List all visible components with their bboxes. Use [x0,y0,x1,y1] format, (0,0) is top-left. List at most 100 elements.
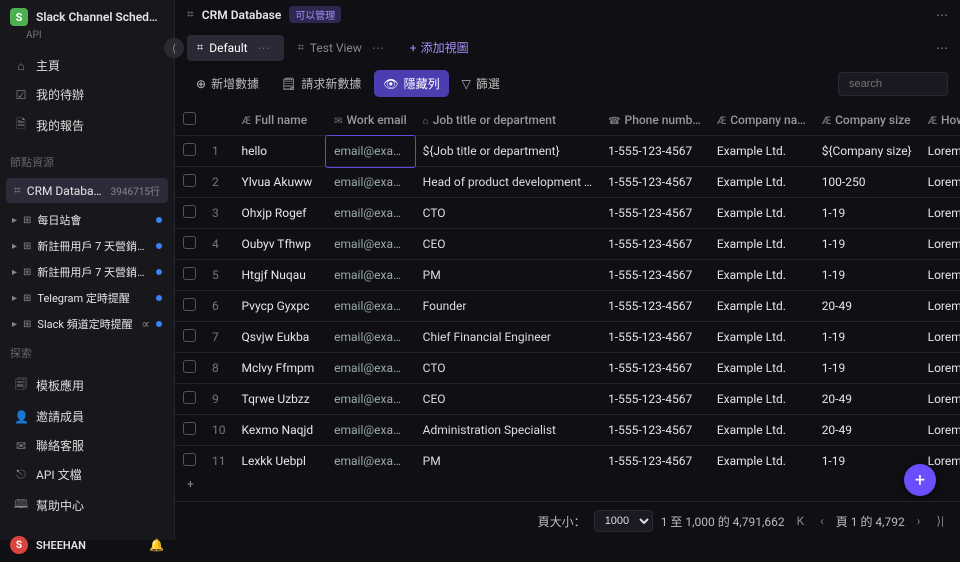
cell-size[interactable]: 20-49 [814,291,920,322]
cell-email[interactable]: email@example… [326,446,415,468]
cell-company[interactable]: Example Ltd. [709,353,814,384]
cell-how[interactable]: Lorem sokxo [920,353,960,384]
notification-icon[interactable]: 🔔 [149,538,164,552]
cell-name[interactable]: Ohxjp Rogef [234,198,327,229]
add-view-button[interactable]: +添加視圖 [402,33,477,62]
cell-job-title[interactable]: Chief Financial Engineer [415,322,600,353]
cell-company[interactable]: Example Ltd. [709,322,814,353]
cell-name[interactable]: Qsvjw Eukba [234,322,327,353]
sidebar-nav-item[interactable]: ☑我的待辦 [6,80,168,109]
user-menu[interactable]: S SHEEHAN 🔔 [0,528,174,562]
cell-job-title[interactable]: Head of product development … [415,167,600,198]
table-row[interactable]: 1 hello email@example… ${Job title or de… [175,136,960,167]
cell-size[interactable]: 1-19 [814,446,920,468]
sidebar-footer-item[interactable]: 🗐模板應用 [6,369,168,402]
cell-phone[interactable]: 1-555-123-4567 [600,167,709,198]
row-checkbox[interactable] [175,260,204,291]
last-page-button[interactable]: ⟩| [932,514,948,528]
table-row[interactable]: 6 Pvycp Gyxpc email@example… Founder 1-5… [175,291,960,322]
cell-phone[interactable]: 1-555-123-4567 [600,260,709,291]
table-row[interactable]: 11 Lexkk Uebpl email@example… PM 1-555-1… [175,446,960,468]
row-checkbox[interactable] [175,415,204,446]
row-checkbox[interactable] [175,167,204,198]
column-header[interactable]: ⌂Job title or department [415,105,600,136]
cell-email[interactable]: email@example… [326,260,415,291]
filter-button[interactable]: ▽篩選 [453,70,509,97]
cell-phone[interactable]: 1-555-123-4567 [600,415,709,446]
cell-email[interactable]: email@example… [326,415,415,446]
cell-job-title[interactable]: CEO [415,384,600,415]
next-page-button[interactable]: › [913,514,925,528]
row-checkbox[interactable] [175,322,204,353]
row-checkbox[interactable] [175,198,204,229]
sidebar-nav-item[interactable]: 🗎我的報告 [6,109,168,142]
row-checkbox[interactable] [175,229,204,260]
column-header[interactable]: ÆCompany na… [709,105,814,136]
cell-name[interactable]: Lexkk Uebpl [234,446,327,468]
cell-size[interactable]: 1-19 [814,322,920,353]
sidebar-footer-item[interactable]: ⎋API 文檔 [6,460,168,489]
fab-button[interactable]: + [904,464,936,496]
column-header[interactable]: ÆFull name [234,105,327,136]
row-checkbox[interactable] [175,136,204,167]
sidebar-tree-item[interactable]: ▸⊞Telegram 定時提醒 [4,285,170,311]
cell-name[interactable]: Oubyv Tfhwp [234,229,327,260]
cell-size[interactable]: 1-19 [814,353,920,384]
row-checkbox[interactable] [175,291,204,322]
add-row-button[interactable]: + [187,477,194,491]
cell-how[interactable]: Lorem yczfg [920,322,960,353]
cell-phone[interactable]: 1-555-123-4567 [600,291,709,322]
collapse-sidebar-button[interactable]: ⟨ [164,38,184,58]
cell-how[interactable]: Lorem ryqfjl [920,229,960,260]
cell-job-title[interactable]: CEO [415,229,600,260]
hide-columns-button[interactable]: 👁隱藏列 [374,70,448,97]
cell-phone[interactable]: 1-555-123-4567 [600,136,709,167]
cell-name[interactable]: Mclvy Ffmpm [234,353,327,384]
cell-how[interactable]: Lorem virkw [920,291,960,322]
workspace-header[interactable]: S Slack Channel Schedul… [0,0,174,34]
column-header[interactable]: ☎Phone numb… [600,105,709,136]
column-header[interactable]: ✉Work email [326,105,415,136]
row-checkbox[interactable] [175,384,204,415]
table-row[interactable]: 4 Oubyv Tfhwp email@example… CEO 1-555-1… [175,229,960,260]
cell-company[interactable]: Example Ltd. [709,291,814,322]
table-row[interactable]: 8 Mclvy Ffmpm email@example… CTO 1-555-1… [175,353,960,384]
sidebar-tree-item[interactable]: ▸⊞Slack 頻道定時提醒∝ [4,311,170,337]
cell-email[interactable]: email@example… [326,384,415,415]
cell-name[interactable]: Htgjf Nuqau [234,260,327,291]
more-icon[interactable]: ⋯ [936,8,948,22]
tab-default[interactable]: ⌗Default⋯ [187,35,284,61]
cell-name[interactable]: hello [234,136,327,167]
cell-how[interactable]: Lorem brydo [920,384,960,415]
sidebar-footer-item[interactable]: 🕮幫助中心 [6,489,168,522]
cell-email[interactable]: email@example… [326,136,415,167]
table-row[interactable]: 2 Ylvua Akuww email@example… Head of pro… [175,167,960,198]
table-row[interactable]: 7 Qsvjw Eukba email@example… Chief Finan… [175,322,960,353]
cell-size[interactable]: 100-250 [814,167,920,198]
cell-job-title[interactable]: CTO [415,198,600,229]
table-row[interactable]: 3 Ohxjp Rogef email@example… CTO 1-555-1… [175,198,960,229]
cell-name[interactable]: Kexmo Naqjd [234,415,327,446]
cell-size[interactable]: 20-49 [814,415,920,446]
page-size-select[interactable]: 1000 [594,510,653,532]
add-record-button[interactable]: ⊕新增數據 [187,70,268,97]
cell-how[interactable]: Lorem wgrbv [920,198,960,229]
table-row[interactable]: 9 Tqrwe Uzbzz email@example… CEO 1-555-1… [175,384,960,415]
cell-how[interactable]: Lorem vgzyo [920,446,960,468]
cell-job-title[interactable]: ${Job title or department} [415,136,600,167]
cell-company[interactable]: Example Ltd. [709,229,814,260]
cell-phone[interactable]: 1-555-123-4567 [600,384,709,415]
request-data-button[interactable]: 🗒請求新數據 [272,70,370,97]
cell-phone[interactable]: 1-555-123-4567 [600,229,709,260]
cell-size[interactable]: ${Company size} [814,136,920,167]
cell-email[interactable]: email@example… [326,291,415,322]
prev-page-button[interactable]: ‹ [816,514,828,528]
cell-email[interactable]: email@example… [326,167,415,198]
table-row[interactable]: 10 Kexmo Naqjd email@example… Administra… [175,415,960,446]
cell-size[interactable]: 1-19 [814,260,920,291]
cell-size[interactable]: 1-19 [814,229,920,260]
sidebar-footer-item[interactable]: ✉聯絡客服 [6,431,168,460]
cell-company[interactable]: Example Ltd. [709,384,814,415]
select-all[interactable] [175,105,204,136]
row-checkbox[interactable] [175,353,204,384]
